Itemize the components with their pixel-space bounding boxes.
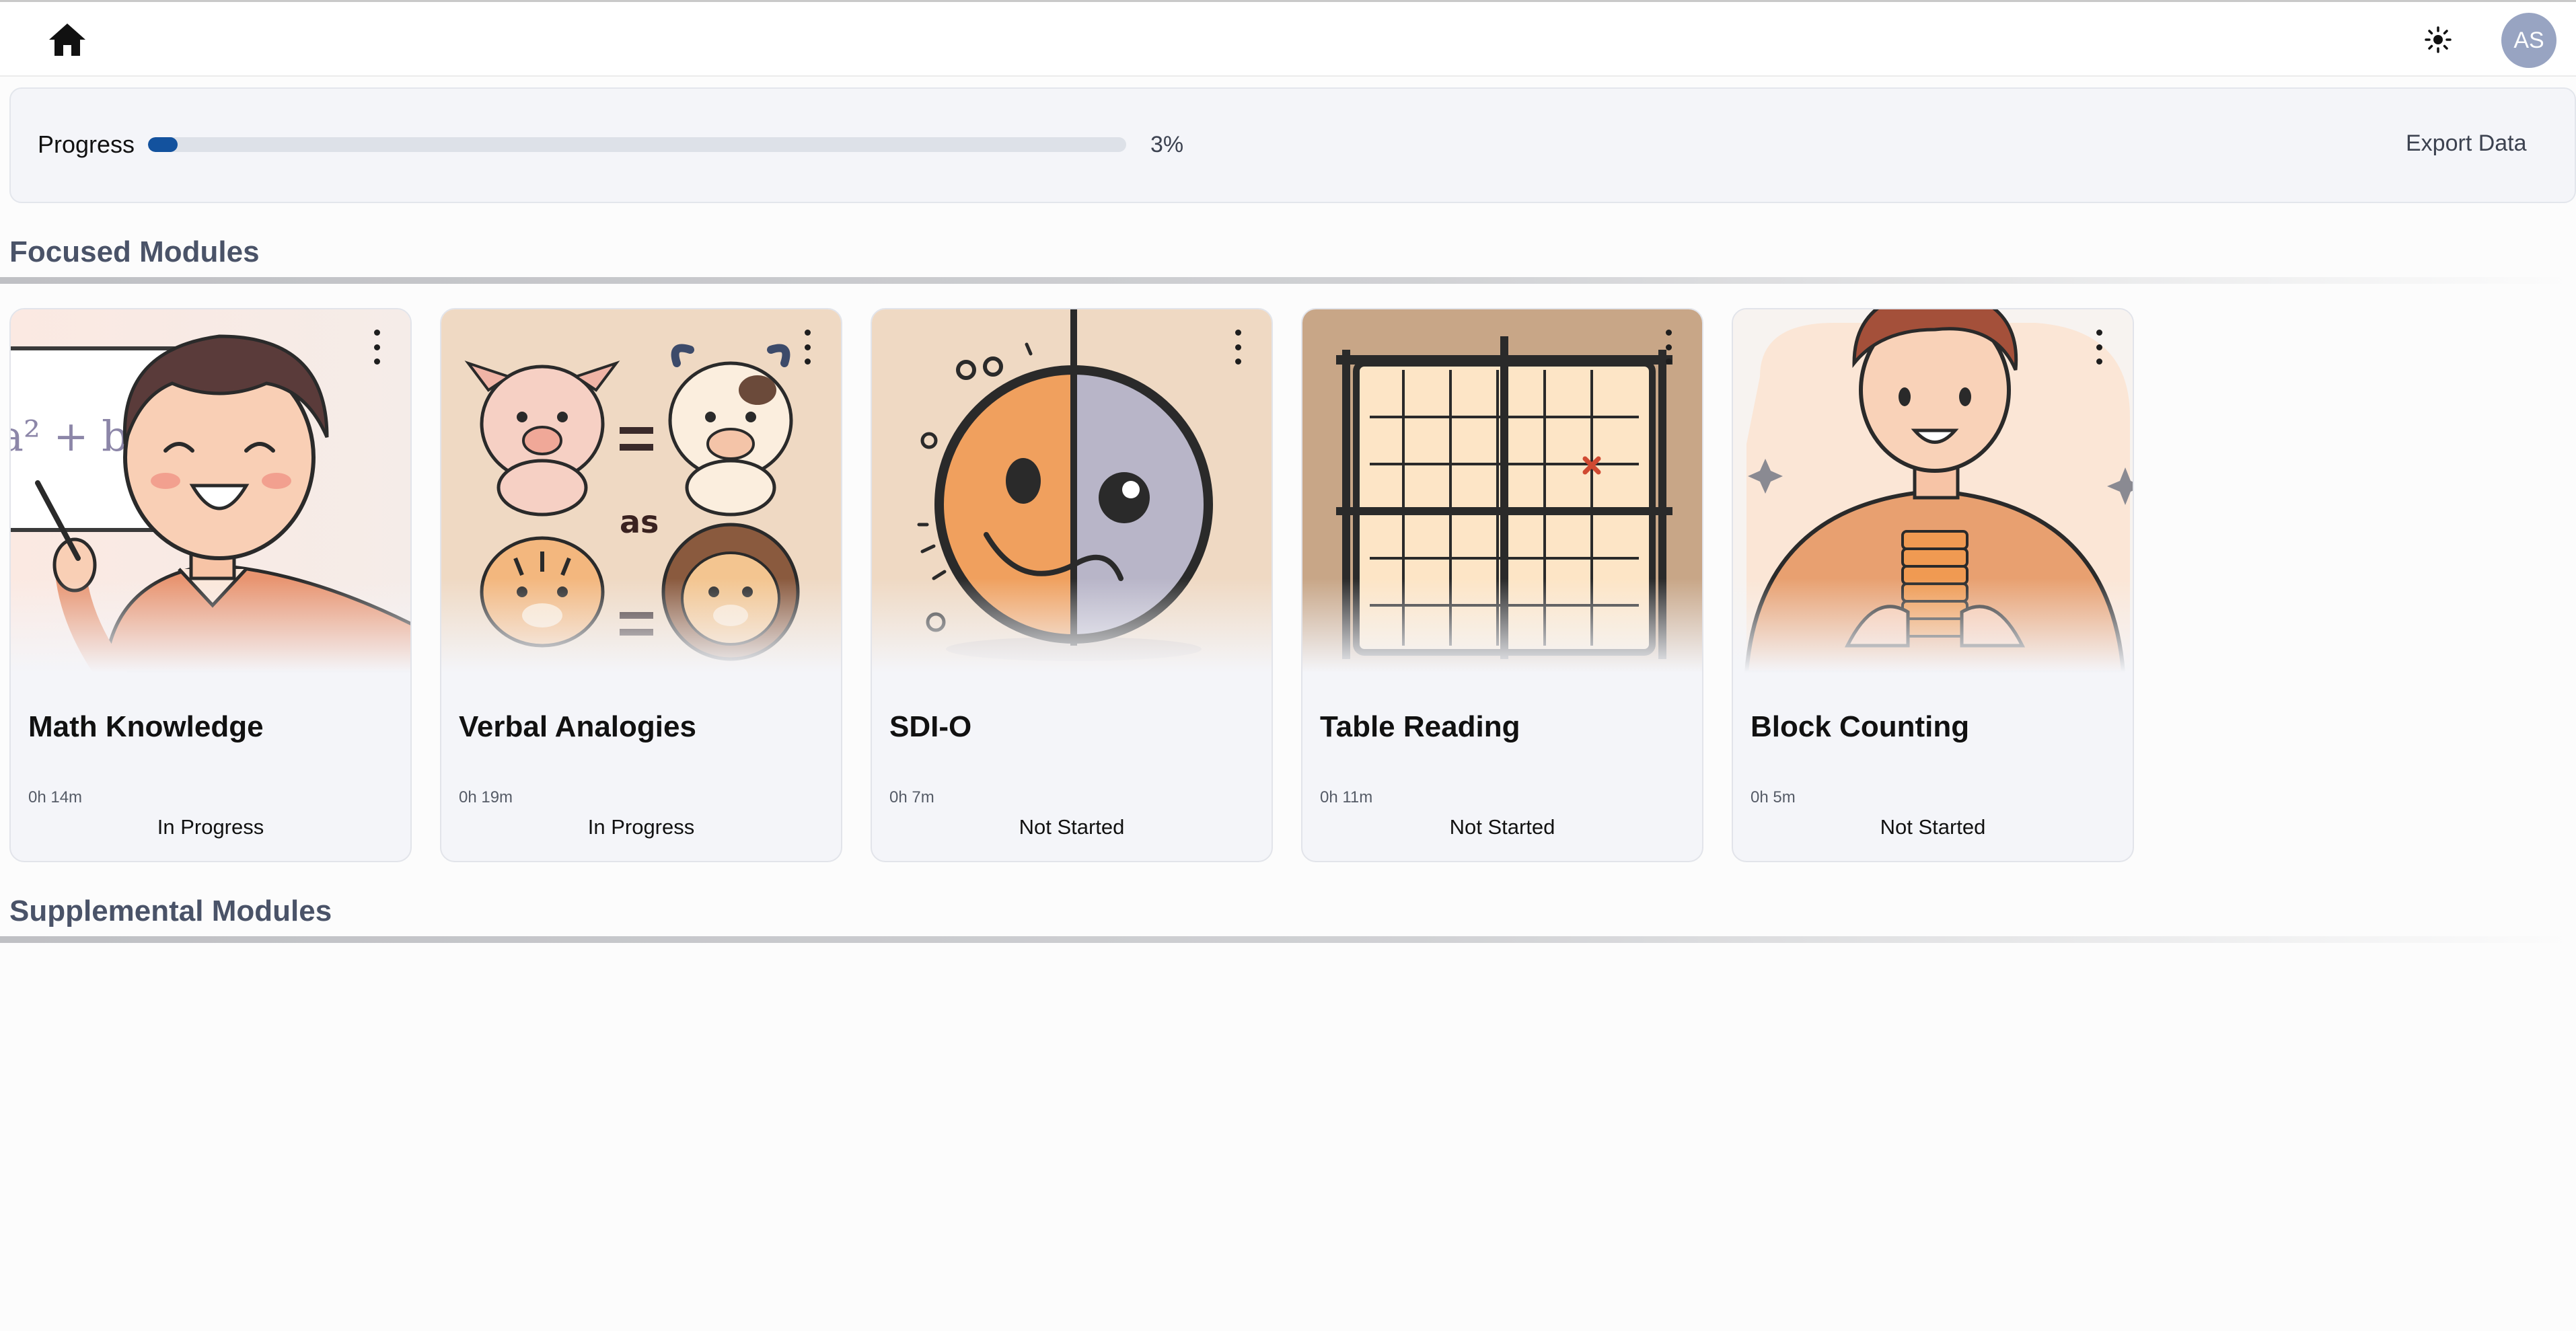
more-vertical-icon <box>804 330 811 336</box>
module-status: Not Started <box>1880 815 1986 839</box>
card-fade <box>11 578 410 673</box>
card-menu-button[interactable] <box>367 330 386 365</box>
progress-bar-fill <box>148 137 178 152</box>
card-fade <box>441 578 841 673</box>
module-time: 0h 14m <box>28 788 83 806</box>
home-button[interactable] <box>42 18 93 61</box>
card-menu-button[interactable] <box>1228 330 1247 365</box>
more-vertical-icon-dot <box>2096 358 2102 365</box>
export-data-button[interactable]: Export Data <box>2406 130 2527 157</box>
top-bar: AS <box>0 0 2576 77</box>
module-title: Table Reading <box>1320 710 1520 743</box>
module-title: Block Counting <box>1751 710 1970 743</box>
user-avatar[interactable]: AS <box>2501 13 2556 68</box>
more-vertical-icon <box>2096 330 2102 336</box>
module-time: 0h 11m <box>1320 788 1373 806</box>
app-page: AS Progress 3% Export Data Focused Modul… <box>0 0 2576 1331</box>
module-status: In Progress <box>587 815 695 839</box>
module-status: In Progress <box>157 815 264 839</box>
module-title: SDI-O <box>889 710 972 743</box>
analogy-word: as <box>620 504 659 540</box>
progress-bar <box>148 137 1126 152</box>
module-card-block-counting[interactable]: Block Counting 0h 5m Not Started <box>1732 308 2134 862</box>
progress-label: Progress <box>38 130 135 158</box>
module-time: 0h 7m <box>889 788 934 806</box>
sun-icon <box>2425 26 2452 53</box>
more-vertical-icon-dot <box>1235 358 1241 365</box>
more-vertical-icon-dot <box>373 344 380 350</box>
supplemental-modules-divider <box>0 936 2576 943</box>
more-vertical-icon-dot <box>1665 358 1672 365</box>
module-card-math-knowledge[interactable]: a² + b² = c² <box>9 308 412 862</box>
module-status: Not Started <box>1019 815 1125 839</box>
card-menu-button[interactable] <box>798 330 817 365</box>
more-vertical-icon-dot <box>1235 344 1241 350</box>
module-card-table-reading[interactable]: Table Reading 0h 11m Not Started <box>1301 308 1703 862</box>
more-vertical-icon-dot <box>1665 344 1672 350</box>
more-vertical-icon <box>1235 330 1241 336</box>
module-time: 0h 5m <box>1751 788 1796 806</box>
more-vertical-icon-dot <box>804 358 811 365</box>
more-vertical-icon <box>1665 330 1672 336</box>
avatar-initials: AS <box>2513 27 2544 53</box>
focused-modules-heading: Focused Modules <box>9 235 260 268</box>
card-fade <box>1733 578 2133 673</box>
card-fade <box>1302 578 1702 673</box>
progress-panel: Progress 3% Export Data <box>9 87 2576 203</box>
module-card-sdi-o[interactable]: SDI-O 0h 7m Not Started <box>871 308 1273 862</box>
supplemental-modules-heading: Supplemental Modules <box>9 895 332 927</box>
module-time: 0h 19m <box>459 788 513 806</box>
card-menu-button[interactable] <box>1659 330 1678 365</box>
module-status: Not Started <box>1449 815 1555 839</box>
home-icon <box>49 24 85 56</box>
focused-modules-divider <box>0 277 2576 284</box>
more-vertical-icon-dot <box>2096 344 2102 350</box>
progress-percent: 3% <box>1150 132 1184 157</box>
module-title: Verbal Analogies <box>459 710 696 743</box>
module-title: Math Knowledge <box>28 710 264 743</box>
more-vertical-icon <box>373 330 380 336</box>
more-vertical-icon-dot <box>373 358 380 365</box>
card-menu-button[interactable] <box>2090 330 2108 365</box>
module-card-verbal-analogies[interactable]: as Verbal Analogies 0h 19m In Progress <box>440 308 842 862</box>
card-fade <box>872 578 1272 673</box>
theme-toggle-button[interactable] <box>2417 18 2460 61</box>
more-vertical-icon-dot <box>804 344 811 350</box>
